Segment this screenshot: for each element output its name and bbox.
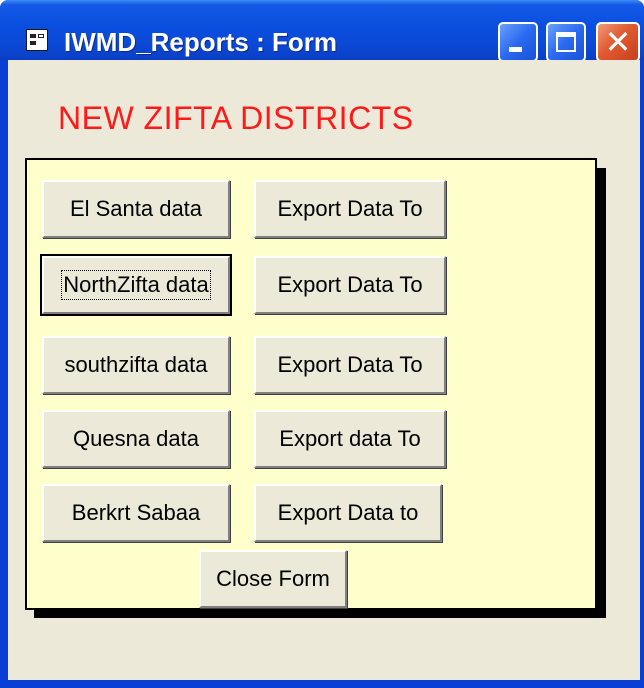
quesna-data-button[interactable]: Quesna data bbox=[42, 410, 230, 468]
export-data-label-3: Export Data To bbox=[277, 352, 423, 377]
export-data-label-2: Export Data To bbox=[277, 272, 423, 297]
maximize-icon bbox=[556, 32, 576, 52]
export-data-label-4: Export data To bbox=[279, 426, 421, 451]
districts-panel: El Santa data Export Data To NorthZifta … bbox=[25, 158, 597, 610]
berkrt-sabaa-label: Berkrt Sabaa bbox=[71, 500, 201, 525]
maximize-button[interactable] bbox=[546, 22, 586, 62]
form-icon[interactable] bbox=[26, 29, 48, 51]
form-heading: NEW ZIFTA DISTRICTS bbox=[58, 100, 414, 136]
northzifta-data-label: NorthZifta data bbox=[61, 270, 211, 300]
close-window-button[interactable]: ✕ bbox=[596, 22, 640, 62]
export-data-button-4[interactable]: Export data To bbox=[254, 410, 446, 468]
southzifta-data-label: southzifta data bbox=[64, 352, 208, 377]
minimize-button[interactable] bbox=[498, 22, 538, 62]
el-santa-data-button[interactable]: El Santa data bbox=[42, 180, 230, 238]
export-data-button-3[interactable]: Export Data To bbox=[254, 336, 446, 394]
export-data-label-5: Export Data to bbox=[277, 500, 419, 525]
export-data-label-1: Export Data To bbox=[277, 196, 423, 221]
close-form-button[interactable]: Close Form bbox=[199, 550, 347, 608]
berkrt-sabaa-button[interactable]: Berkrt Sabaa bbox=[42, 484, 230, 542]
export-data-button-1[interactable]: Export Data To bbox=[254, 180, 446, 238]
southzifta-data-button[interactable]: southzifta data bbox=[42, 336, 230, 394]
minimize-icon bbox=[509, 47, 522, 52]
close-form-label: Close Form bbox=[216, 566, 330, 591]
window-title: IWMD_Reports : Form bbox=[64, 27, 337, 57]
quesna-data-label: Quesna data bbox=[73, 426, 199, 451]
title-bar[interactable]: IWMD_Reports : Form ✕ bbox=[0, 0, 644, 62]
northzifta-data-button[interactable]: NorthZifta data bbox=[40, 254, 232, 316]
export-data-button-5[interactable]: Export Data to bbox=[254, 484, 442, 542]
form-window: IWMD_Reports : Form ✕ NEW ZIFTA DISTRICT… bbox=[0, 0, 644, 688]
el-santa-data-label: El Santa data bbox=[69, 196, 203, 221]
form-client-area: NEW ZIFTA DISTRICTS El Santa data Export… bbox=[8, 60, 640, 680]
export-data-button-2[interactable]: Export Data To bbox=[254, 256, 446, 314]
close-icon: ✕ bbox=[604, 23, 632, 61]
